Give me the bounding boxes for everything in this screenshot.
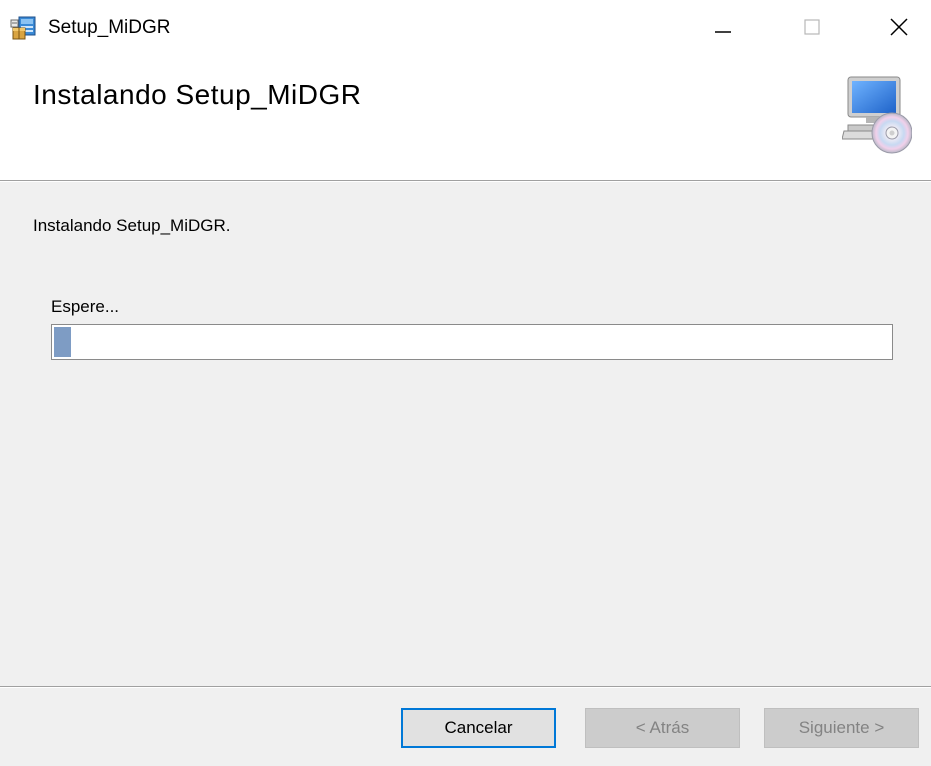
wait-label: Espere... — [51, 297, 120, 316]
cancel-button[interactable]: Cancelar — [401, 708, 556, 748]
title-bar[interactable]: Setup_MiDGR — [0, 0, 931, 58]
minimize-icon — [712, 16, 734, 43]
installer-window: Setup_MiDGR Instalando Setup_MiDGR Insta… — [0, 0, 931, 766]
footer-divider — [0, 686, 931, 688]
computer-cd-icon — [841, 73, 913, 155]
maximize-button[interactable] — [789, 0, 835, 58]
installer-package-icon — [10, 14, 38, 42]
header-banner: Instalando Setup_MiDGR — [0, 58, 931, 180]
progress-bar — [51, 324, 893, 360]
close-button[interactable] — [876, 0, 922, 58]
next-button[interactable]: Siguiente > — [764, 708, 919, 748]
page-title: Instalando Setup_MiDGR — [33, 79, 362, 110]
close-icon — [888, 16, 910, 43]
window-title: Setup_MiDGR — [48, 17, 171, 38]
progress-fill — [54, 327, 71, 357]
status-text: Instalando Setup_MiDGR. — [33, 216, 231, 235]
back-button[interactable]: < Atrás — [585, 708, 740, 748]
header-divider — [0, 180, 931, 182]
maximize-icon — [801, 16, 823, 43]
minimize-button[interactable] — [700, 0, 746, 58]
